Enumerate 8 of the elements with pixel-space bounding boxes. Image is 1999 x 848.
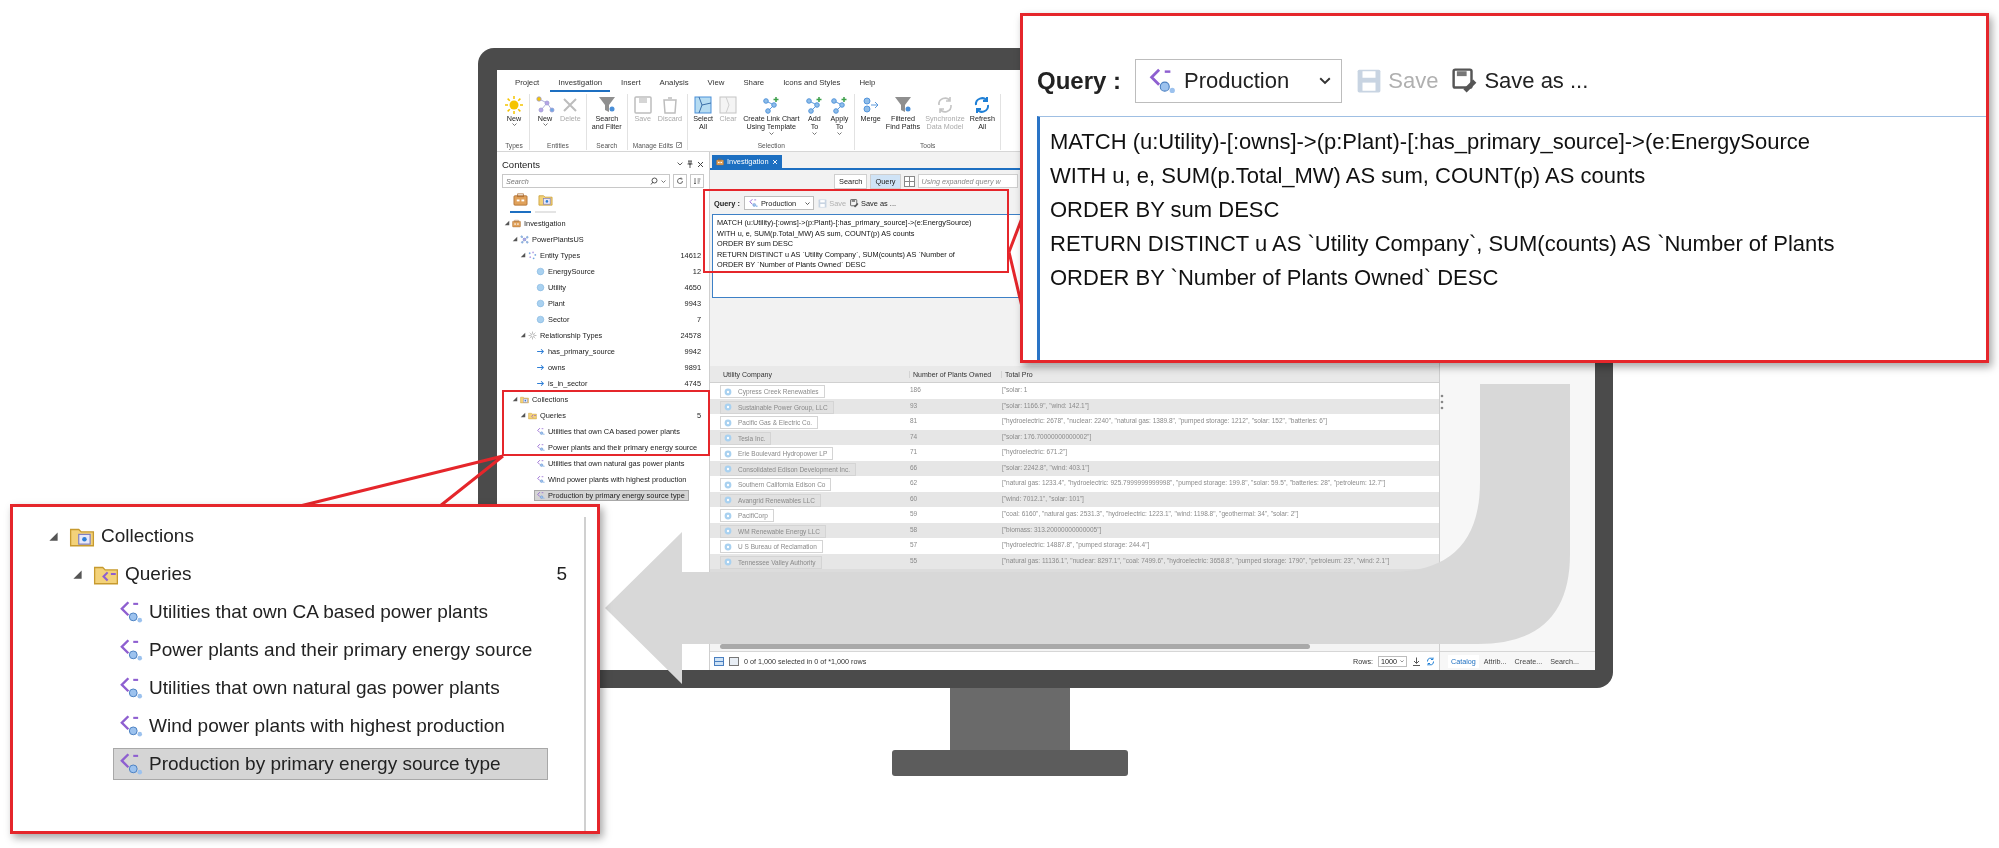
query-line: WITH u, e, SUM(p.Total_MW) AS sum, COUNT(p) AS counts <box>1050 162 1646 190</box>
query-label: Query : <box>1037 67 1122 95</box>
pane-title: Contents <box>502 158 542 170</box>
item-count: 5 <box>556 563 568 585</box>
query-line: ORDER BY `Number of Plants Owned` DESC <box>1050 264 1499 292</box>
query-line: RETURN DISTINCT u AS `Utility Company`, SUM(counts) AS `Number of Plants <box>1050 230 1835 258</box>
query-line: MATCH (u:Utility)-[:owns]->(p:Plant)-[:has_primary_source]->(e:EnergySource <box>1050 128 1811 156</box>
query-line: ORDER BY sum DESC <box>1050 196 1280 224</box>
